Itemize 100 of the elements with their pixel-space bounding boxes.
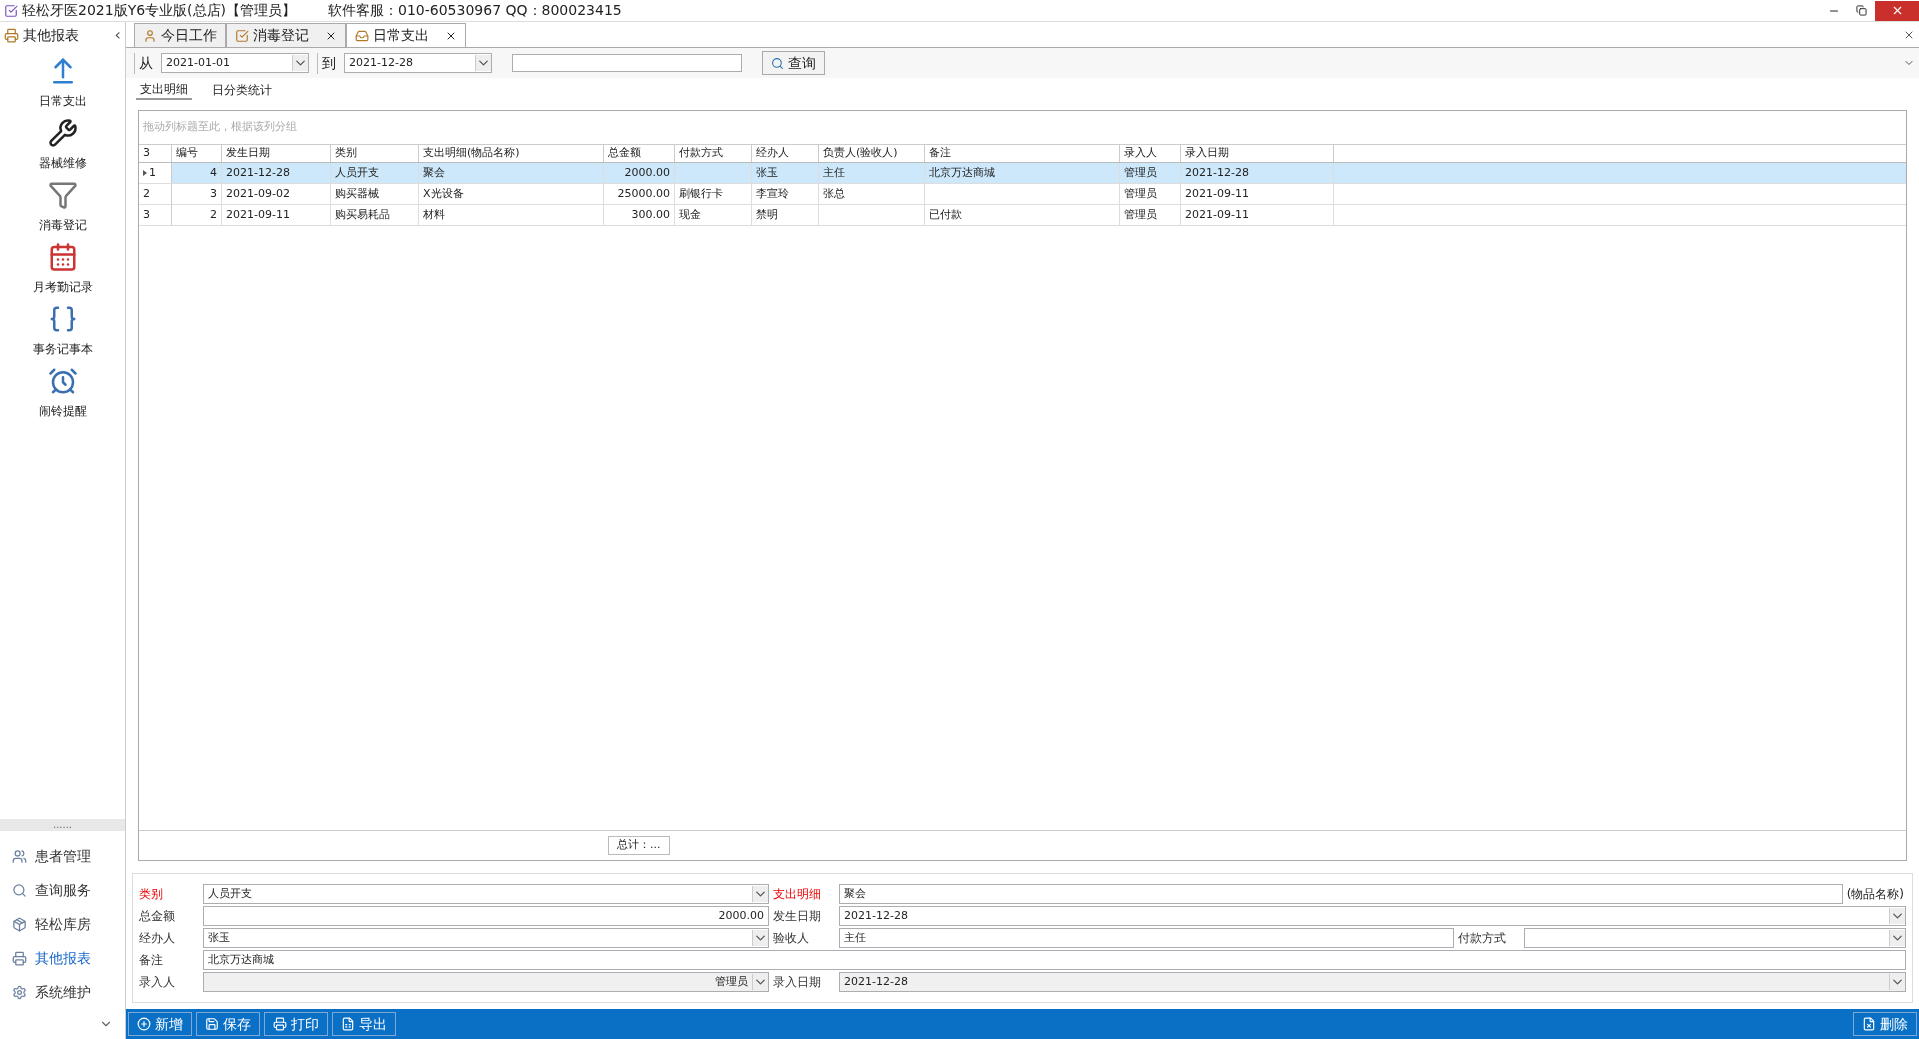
nav-item[interactable]: 系统维护 bbox=[35, 981, 91, 1003]
people-icon bbox=[12, 848, 27, 864]
input-field[interactable]: 北京万达商城 bbox=[203, 950, 1906, 970]
delete-button[interactable]: 删除 bbox=[1853, 1012, 1917, 1036]
dropdown-icon[interactable] bbox=[752, 930, 768, 946]
table-cell-text: 2021-12-28 bbox=[1185, 164, 1249, 181]
column-header[interactable]: 经办人 bbox=[752, 145, 819, 162]
table-cell-text: 张玉 bbox=[756, 164, 778, 181]
dropdown-icon[interactable] bbox=[752, 886, 768, 902]
sub-tab[interactable]: 支出明细 bbox=[136, 80, 192, 100]
table-cell-text: 现金 bbox=[679, 206, 701, 223]
field-label: 录入人 bbox=[139, 974, 176, 991]
from-label: 从 bbox=[134, 52, 153, 74]
sidebar-item[interactable]: 消毒登记 bbox=[38, 216, 87, 234]
table-cell-text: 人员开支 bbox=[335, 164, 379, 181]
combo-field[interactable]: 2021-12-28 bbox=[839, 906, 1906, 926]
column-header[interactable]: 录入日期 bbox=[1181, 145, 1334, 162]
row-count-header: 3 bbox=[139, 145, 172, 162]
action-button[interactable]: 打印 bbox=[264, 1012, 328, 1036]
row-number: 3 bbox=[143, 206, 150, 223]
table-cell-text: 主任 bbox=[823, 164, 845, 181]
combo-field[interactable]: 人员开支 bbox=[203, 884, 769, 904]
table-cell-text: 购买器械 bbox=[335, 185, 379, 202]
search-icon bbox=[771, 56, 784, 70]
column-header[interactable]: 总金额 bbox=[604, 145, 675, 162]
field-label: 付款方式 bbox=[1457, 930, 1507, 947]
app-logo-icon bbox=[4, 3, 18, 18]
table-cell-text: 300.00 bbox=[631, 206, 670, 223]
settings-icon bbox=[12, 984, 27, 1000]
funnel-icon[interactable] bbox=[47, 180, 78, 210]
combo-field[interactable] bbox=[1524, 928, 1906, 948]
sidebar-item[interactable]: 月考勤记录 bbox=[32, 278, 93, 296]
nav-item[interactable]: 其他报表 bbox=[35, 947, 91, 969]
table-cell-text: 管理员 bbox=[1124, 164, 1157, 181]
table-cell-text: 刷银行卡 bbox=[679, 185, 723, 202]
tab[interactable]: 消毒登记 bbox=[226, 23, 346, 47]
dropdown-icon[interactable] bbox=[292, 55, 308, 71]
table-cell-text: 2021-09-11 bbox=[1185, 206, 1249, 223]
tab[interactable]: 日常支出 bbox=[346, 23, 466, 47]
nav-item[interactable]: 患者管理 bbox=[35, 845, 91, 867]
table-cell-text: 2021-09-11 bbox=[226, 206, 290, 223]
action-button[interactable]: 导出 bbox=[332, 1012, 396, 1036]
search-field[interactable] bbox=[512, 54, 742, 72]
restore-icon[interactable] bbox=[1856, 5, 1867, 16]
column-header[interactable]: 录入人 bbox=[1120, 145, 1181, 162]
sub-tab[interactable]: 日分类统计 bbox=[208, 81, 276, 99]
table-cell-text: 4 bbox=[210, 164, 217, 181]
action-button[interactable]: 保存 bbox=[196, 1012, 260, 1036]
nav-item[interactable]: 查询服务 bbox=[35, 879, 91, 901]
close-button[interactable] bbox=[1875, 0, 1919, 21]
field-label: 经办人 bbox=[139, 930, 176, 947]
search-icon bbox=[12, 882, 27, 898]
splitter-grip[interactable]: ...... bbox=[0, 819, 125, 831]
to-label: 到 bbox=[317, 52, 336, 74]
field-suffix: (物品名称) bbox=[1846, 886, 1904, 903]
table-cell-text: 2021-09-02 bbox=[226, 185, 290, 202]
row-number: 1 bbox=[149, 164, 156, 181]
wrench-icon[interactable] bbox=[47, 118, 78, 148]
input-field[interactable]: 主任 bbox=[839, 928, 1454, 948]
package-icon bbox=[12, 916, 27, 932]
sidebar-item[interactable]: 器械维修 bbox=[38, 154, 87, 172]
table-cell-text: 购买易耗品 bbox=[335, 206, 390, 223]
column-header[interactable]: 付款方式 bbox=[675, 145, 752, 162]
sidebar-title: 其他报表 bbox=[23, 25, 79, 45]
column-header[interactable]: 支出明细(物品名称) bbox=[419, 145, 604, 162]
dropdown-icon[interactable] bbox=[1889, 908, 1905, 924]
action-button[interactable]: 新增 bbox=[128, 1012, 192, 1036]
end-date-field[interactable]: 2021-12-28 bbox=[344, 53, 492, 73]
add-icon bbox=[137, 1017, 151, 1031]
table-cell-text: 材料 bbox=[423, 206, 445, 223]
field-label: 总金额 bbox=[139, 908, 176, 925]
group-hint: 拖动列标题至此，根据该列分组 bbox=[143, 119, 297, 136]
start-date-field[interactable]: 2021-01-01 bbox=[161, 53, 309, 73]
column-header[interactable]: 发生日期 bbox=[222, 145, 331, 162]
column-header[interactable]: 备注 bbox=[925, 145, 1120, 162]
sidebar-item[interactable]: 事务记事本 bbox=[32, 340, 93, 358]
dropdown-icon[interactable] bbox=[1889, 930, 1905, 946]
nav-item[interactable]: 轻松库房 bbox=[35, 913, 91, 935]
calendar-icon[interactable] bbox=[47, 242, 78, 272]
dropdown-icon[interactable] bbox=[475, 55, 491, 71]
save-icon bbox=[205, 1017, 219, 1031]
sidebar-item[interactable]: 闹铃提醒 bbox=[38, 402, 87, 420]
column-header[interactable]: 编号 bbox=[172, 145, 222, 162]
field-label: 类别 bbox=[139, 886, 164, 903]
sidebar-item[interactable]: 日常支出 bbox=[38, 92, 87, 110]
table-cell-text: 聚会 bbox=[423, 164, 445, 181]
field-label: 录入日期 bbox=[772, 974, 822, 991]
query-button[interactable]: 查询 bbox=[762, 51, 825, 75]
total-summary: 总计：... bbox=[608, 836, 670, 855]
column-header[interactable]: 负责人(验收人) bbox=[819, 145, 925, 162]
alarm-clock-icon[interactable] bbox=[47, 366, 78, 396]
close-icon[interactable] bbox=[1903, 29, 1915, 41]
collapse-toggle[interactable]: ‹ bbox=[114, 23, 121, 47]
input-field[interactable]: 2000.00 bbox=[203, 906, 769, 926]
column-header[interactable]: 类别 bbox=[331, 145, 419, 162]
input-field[interactable]: 聚会 bbox=[839, 884, 1843, 904]
tab[interactable]: 今日工作 bbox=[134, 23, 226, 47]
field-label: 验收人 bbox=[772, 930, 810, 947]
table-cell-text: 3 bbox=[210, 185, 217, 202]
combo-field[interactable]: 张玉 bbox=[203, 928, 769, 948]
